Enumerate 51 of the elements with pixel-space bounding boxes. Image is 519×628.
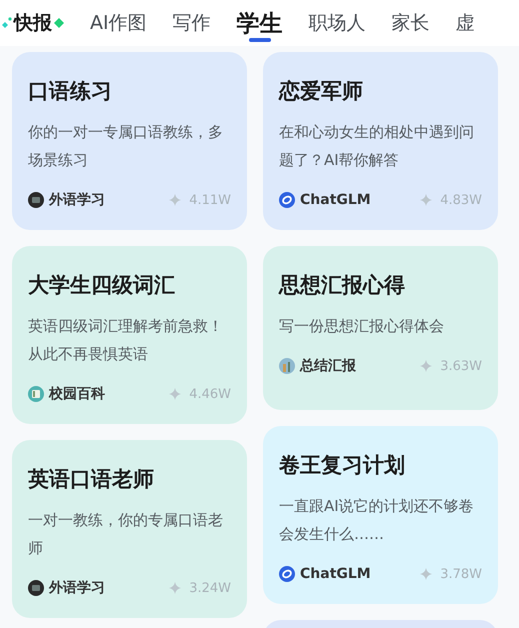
card-description: 一对一教练，你的专属口语老师 <box>28 510 224 559</box>
card-title: 恋爱军师 <box>279 78 364 105</box>
source-name: 外语学习 <box>49 191 106 209</box>
card-title: 思想汇报心得 <box>279 272 406 299</box>
sparkle-icon <box>169 194 182 206</box>
usage-count: 4.11W <box>189 192 231 208</box>
card-description: 一直跟AI说它的计划还不够卷会发生什么…… <box>279 496 475 545</box>
card-title: 口语练习 <box>28 78 113 105</box>
ring-avatar-icon <box>279 566 295 582</box>
card-title: 卷王复习计划 <box>279 452 406 479</box>
diamond-icon <box>54 18 64 28</box>
card-description: 写一份思想汇报心得体会 <box>279 316 445 337</box>
source-name: ChatGLM <box>300 192 372 208</box>
usage-count: 4.83W <box>440 192 482 208</box>
category-tab[interactable]: 学生 <box>236 0 283 46</box>
ring-avatar-icon <box>279 192 295 208</box>
assistant-card[interactable]: 大学生四级词汇 英语四级词汇理解考前急救！从此不再畏惧英语 校园百科 4.46W <box>12 246 247 424</box>
category-tab[interactable]: 虚 <box>456 0 475 46</box>
photo-avatar-icon <box>279 358 295 374</box>
card-title: 大学生四级词汇 <box>28 272 176 299</box>
sparkle-icon <box>420 194 432 206</box>
card-description: 英语四级词汇理解考前急救！从此不再畏惧英语 <box>28 316 224 365</box>
usage-count: 4.46W <box>189 386 231 402</box>
category-tab[interactable]: AI作图 <box>90 0 147 46</box>
category-tab[interactable]: 职场人 <box>308 0 366 46</box>
monitor-avatar-icon <box>28 192 44 208</box>
source-name: 外语学习 <box>49 579 106 597</box>
sparkle-icon <box>169 388 182 400</box>
assistant-card[interactable]: 思想汇报心得 写一份思想汇报心得体会 总结汇报 3.63W <box>263 246 498 410</box>
card-title: 英语口语老师 <box>28 466 155 493</box>
sparkle-icon <box>2 16 12 30</box>
book-avatar-icon <box>28 386 44 402</box>
assistant-card[interactable]: 恋爱军师 在和心动女生的相处中遇到问题了？AI帮你解答 ChatGLM 4.83W <box>263 52 498 230</box>
card-description: 你的一对一专属口语教练，多场景练习 <box>28 122 224 171</box>
assistant-card[interactable]: 口语练习 你的一对一专属口语教练，多场景练习 外语学习 4.11W <box>12 52 247 230</box>
monitor-avatar-icon <box>28 580 44 596</box>
usage-count: 3.63W <box>440 358 482 374</box>
sparkle-icon <box>169 582 182 594</box>
source-name: 校园百科 <box>49 385 106 403</box>
usage-count: 3.24W <box>189 580 231 596</box>
sparkle-icon <box>420 360 432 372</box>
assistant-card[interactable]: 卷王复习计划 一直跟AI说它的计划还不够卷会发生什么…… ChatGLM 3.78W <box>263 426 498 604</box>
category-tab[interactable]: 家长 <box>392 0 430 46</box>
assistant-card[interactable]: 英语口语老师 一对一教练，你的专属口语老师 外语学习 3.24W <box>12 440 247 618</box>
sparkle-icon <box>420 568 432 580</box>
source-name: ChatGLM <box>300 566 372 582</box>
usage-count: 3.78W <box>440 566 482 582</box>
card-description: 在和心动女生的相处中遇到问题了？AI帮你解答 <box>279 122 475 171</box>
category-tab[interactable]: 写作 <box>172 0 211 46</box>
category-tab[interactable]: 快报 <box>2 0 64 46</box>
source-name: 总结汇报 <box>300 357 357 375</box>
